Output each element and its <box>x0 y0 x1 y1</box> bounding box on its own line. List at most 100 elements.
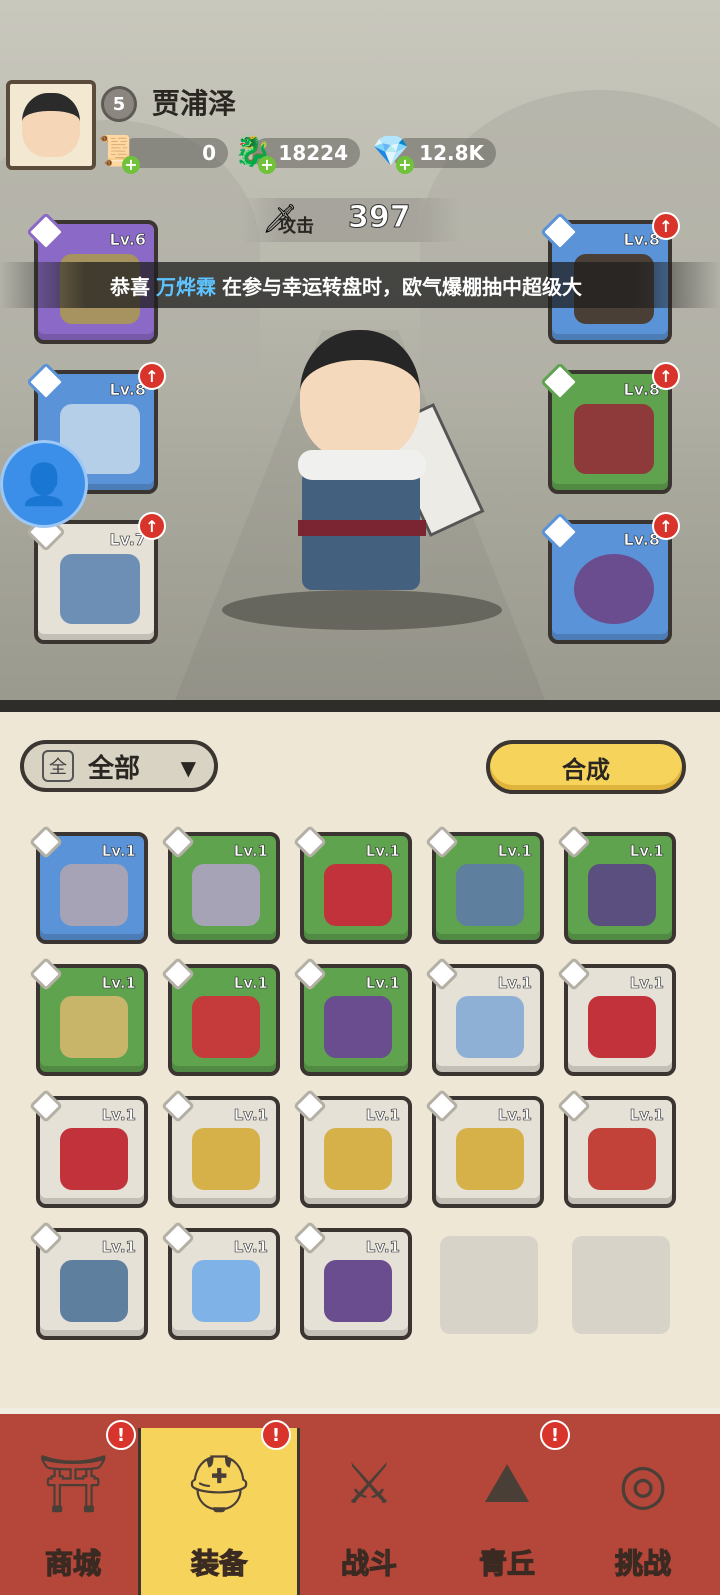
hammer-icon <box>60 864 128 926</box>
frost-belt-icon <box>456 864 524 926</box>
upgrade-arrow-icon: ↑ <box>652 212 680 240</box>
nav-tab-1[interactable]: ⛑ 装备! <box>138 1420 300 1595</box>
alert-icon: ! <box>106 1420 136 1450</box>
item-level: Lv.1 <box>233 1106 268 1125</box>
red-boots-icon <box>574 404 654 474</box>
nav-tab-4[interactable]: ◎ 挑战 <box>574 1428 712 1595</box>
inventory-item[interactable]: Lv.1 <box>293 1221 412 1340</box>
inventory-item[interactable]: Lv.1 <box>293 825 412 944</box>
nav-tab-3[interactable]: ⛰ 青丘! <box>438 1420 576 1595</box>
inventory-item[interactable]: Lv.1 <box>557 1089 676 1208</box>
filter-all-icon: 全 <box>42 750 74 782</box>
inventory-item[interactable]: Lv.1 <box>425 957 544 1076</box>
marquee-text: 在参与幸运转盘时，欧气爆棚抽中超级大 <box>222 274 582 299</box>
nav-label: 商城 <box>44 1546 101 1580</box>
nav-label: 青丘 <box>478 1546 535 1580</box>
item-level: Lv.1 <box>101 842 136 861</box>
merge-button[interactable]: 合成 <box>486 740 686 794</box>
amulet-icon <box>574 554 654 624</box>
inventory-item[interactable]: Lv.1 <box>29 1221 148 1340</box>
inventory-item[interactable]: Lv.1 <box>161 957 280 1076</box>
inventory-item[interactable]: Lv.1 <box>161 1089 280 1208</box>
item-type-icon <box>293 1221 327 1255</box>
equip-slot-boots[interactable]: Lv.8 ↑ <box>540 362 680 494</box>
red-armor-icon <box>588 996 656 1058</box>
item-level: Lv.1 <box>101 974 136 993</box>
scene-divider <box>0 700 720 712</box>
item-level: Lv.1 <box>365 842 400 861</box>
gold-armor-icon <box>456 1128 524 1190</box>
item-type-icon <box>557 957 591 991</box>
hero-character <box>222 290 502 630</box>
player-name: 贾浦泽 <box>152 87 237 120</box>
crystal-pendant-icon <box>192 1260 260 1322</box>
upgrade-arrow-icon: ↑ <box>652 512 680 540</box>
red-armor-icon <box>60 1128 128 1190</box>
shop-icon: ⛩ <box>37 1452 109 1517</box>
player-avatar[interactable] <box>6 80 96 170</box>
equipment-icon: ⛑ <box>183 1452 255 1517</box>
item-type-icon <box>29 1089 63 1123</box>
item-level: Lv.1 <box>233 974 268 993</box>
frost-belt-icon <box>60 1260 128 1322</box>
item-level: Lv.1 <box>629 1106 664 1125</box>
gold-armor-icon <box>192 1128 260 1190</box>
item-level: Lv.1 <box>629 974 664 993</box>
item-level: Lv.1 <box>629 842 664 861</box>
equip-slot-bracer[interactable]: Lv.7 ↑ <box>26 512 166 644</box>
crystal-icon[interactable]: 💎 + <box>370 130 414 174</box>
item-type-icon <box>161 1221 195 1255</box>
scroll-icon[interactable]: 📜 + <box>96 130 140 174</box>
jade-dragon-icon[interactable]: 🐉 + <box>232 130 276 174</box>
inventory-item[interactable]: Lv.1 <box>425 1089 544 1208</box>
item-type-icon <box>161 957 195 991</box>
inventory-item[interactable]: Lv.1 <box>161 1221 280 1340</box>
inventory-item[interactable]: Lv.1 <box>29 957 148 1076</box>
item-level: Lv.1 <box>233 1238 268 1257</box>
item-type-icon <box>29 957 63 991</box>
attack-value: 397 <box>348 200 412 236</box>
inventory-item[interactable]: Lv.1 <box>425 825 544 944</box>
item-type-icon <box>557 825 591 859</box>
inventory-item[interactable]: Lv.1 <box>557 825 676 944</box>
player-level-badge: 5 <box>101 86 137 122</box>
alert-icon: ! <box>540 1420 570 1450</box>
item-level: Lv.1 <box>497 974 532 993</box>
inventory-item[interactable]: Lv.1 <box>29 1089 148 1208</box>
upgrade-arrow-icon: ↑ <box>652 362 680 390</box>
gold-boots-icon <box>60 996 128 1058</box>
battle-icon: ⚔ <box>343 1451 395 1517</box>
profile-float-button[interactable]: 👤 <box>0 440 88 528</box>
bottom-nav: ⛩ 商城! ⛑ 装备! ⚔ 战斗 ⛰ 青丘! ◎ 挑战 <box>0 1408 720 1595</box>
inventory-item[interactable]: Lv.1 <box>557 957 676 1076</box>
nav-tab-2[interactable]: ⚔ 战斗 <box>300 1428 438 1595</box>
announcement-marquee: 恭喜 万烨霖 在参与幸运转盘时，欧气爆棚抽中超级大 <box>0 262 720 308</box>
user-icon: 👤 <box>19 461 69 508</box>
item-level: Lv.1 <box>497 1106 532 1125</box>
empty-inventory-slot <box>572 1236 670 1334</box>
category-filter-dropdown[interactable]: 全 全部 ▼ <box>20 740 218 792</box>
inventory-item[interactable]: Lv.1 <box>29 825 148 944</box>
red-belt-icon <box>588 1128 656 1190</box>
nav-label: 装备 <box>190 1546 247 1580</box>
filter-label: 全部 <box>88 753 141 784</box>
item-level: Lv.1 <box>365 1238 400 1257</box>
marquee-player: 万烨霖 <box>156 274 216 299</box>
inventory-item[interactable]: Lv.1 <box>293 1089 412 1208</box>
equip-slot-amulet[interactable]: Lv.8 ↑ <box>540 512 680 644</box>
marquee-prefix: 恭喜 <box>110 274 150 299</box>
inventory-item[interactable]: Lv.1 <box>293 957 412 1076</box>
item-type-icon <box>425 1089 459 1123</box>
nav-tab-0[interactable]: ⛩ 商城! <box>4 1420 142 1595</box>
item-type-icon <box>293 957 327 991</box>
item-level: Lv.1 <box>365 1106 400 1125</box>
inventory-item[interactable]: Lv.1 <box>161 825 280 944</box>
item-type-icon <box>293 1089 327 1123</box>
mountain-icon: ⛰ <box>483 1451 531 1516</box>
purple-belt-icon <box>588 864 656 926</box>
item-level: Lv.1 <box>101 1106 136 1125</box>
item-type-icon <box>425 957 459 991</box>
upgrade-arrow-icon: ↑ <box>138 512 166 540</box>
nav-label: 挑战 <box>614 1546 671 1580</box>
red-armor-icon <box>324 864 392 926</box>
